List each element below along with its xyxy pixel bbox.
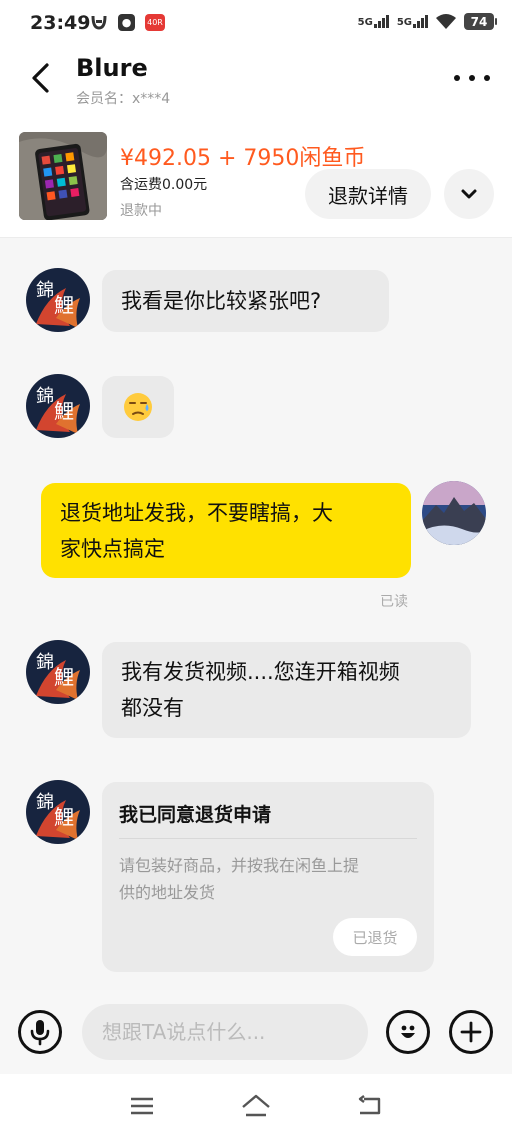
seller-avatar[interactable]: 錦 鯉 — [26, 268, 90, 332]
expand-button[interactable] — [444, 169, 494, 219]
koi-avatar-image: 錦 鯉 — [26, 640, 90, 704]
app-notification-icon: ● — [118, 13, 135, 31]
svg-text:錦: 錦 — [36, 792, 54, 813]
svg-text:鯉: 鯉 — [54, 399, 74, 423]
status-bar: 23:49 ● 40R 5G 5G 74 — [0, 0, 512, 48]
card-divider — [119, 838, 417, 839]
message-bubble[interactable]: 我看是你比较紧张吧? — [102, 270, 389, 332]
product-thumbnail[interactable] — [19, 132, 107, 220]
read-receipt: 已读 — [380, 594, 408, 610]
message-bubble[interactable]: 我有发货视频....您连开箱视频 都没有 — [102, 642, 471, 738]
nav-home-button[interactable] — [236, 1092, 276, 1120]
seller-avatar[interactable]: 錦 鯉 — [26, 640, 90, 704]
return-approved-card[interactable]: 我已同意退货申请 请包装好商品，并按我在闲鱼上提 供的地址发货 已退货 — [102, 782, 434, 972]
order-status: 退款中 — [120, 203, 162, 219]
koi-avatar-image: 錦 鯉 — [26, 374, 90, 438]
svg-text:鯉: 鯉 — [54, 665, 74, 689]
phone-image — [19, 132, 107, 220]
svg-text:錦: 錦 — [36, 280, 54, 301]
message-text-line: 我有发货视频....您连开箱视频 — [121, 660, 400, 684]
status-time: 23:49 — [30, 12, 91, 34]
chevron-left-icon — [32, 63, 49, 93]
returned-button[interactable]: 已退货 — [333, 918, 417, 956]
more-button[interactable] — [454, 66, 490, 90]
more-dots-icon — [454, 75, 460, 81]
refund-details-button[interactable]: 退款详情 — [305, 169, 431, 219]
seller-avatar[interactable]: 錦 鯉 — [26, 374, 90, 438]
home-icon — [242, 1094, 270, 1117]
add-button[interactable] — [449, 1010, 493, 1054]
voice-button[interactable] — [18, 1010, 62, 1054]
message-text: 我看是你比较紧张吧? — [121, 289, 322, 313]
battery-icon: 74 — [464, 13, 497, 30]
message-text-line: 都没有 — [121, 696, 184, 720]
contact-name: Blure — [76, 54, 148, 82]
back-icon — [358, 1095, 381, 1115]
nav-menu-button[interactable] — [122, 1092, 162, 1120]
my-avatar[interactable] — [422, 481, 486, 545]
shipping-fee: 含运费0.00元 — [120, 177, 208, 193]
signal-icon: 5G — [358, 15, 389, 28]
koi-avatar-image: 錦 鯉 — [26, 780, 90, 844]
product-card[interactable]: ¥492.05 + 7950闲鱼币 含运费0.00元 退款中 退款详情 — [0, 120, 512, 238]
seller-avatar[interactable]: 錦 鯉 — [26, 780, 90, 844]
input-bar — [0, 990, 512, 1074]
notification-icon — [91, 15, 107, 30]
menu-icon — [131, 1097, 153, 1115]
card-body: 请包装好商品，并按我在闲鱼上提 供的地址发货 — [119, 856, 360, 902]
emoji-icon — [401, 1025, 415, 1038]
svg-text:錦: 錦 — [36, 386, 54, 407]
my-message-bubble[interactable]: 退货地址发我，不要瞎搞，大 家快点搞定 — [41, 483, 411, 578]
member-name: 会员名：x***4 — [76, 91, 171, 107]
nav-back-button[interactable] — [350, 1092, 390, 1120]
emoji-button[interactable] — [386, 1010, 430, 1054]
svg-text:錦: 錦 — [36, 652, 54, 673]
svg-text:鯉: 鯉 — [54, 805, 74, 829]
wifi-icon — [436, 13, 456, 29]
sweat-emoji-icon — [124, 393, 152, 421]
microphone-icon — [30, 1020, 50, 1046]
mountain-avatar-image — [422, 481, 486, 545]
signal-icon-2: 5G — [397, 15, 428, 28]
svg-text:鯉: 鯉 — [54, 293, 74, 317]
app-badge-icon: 40R — [145, 13, 165, 31]
message-text-line: 退货地址发我，不要瞎搞，大 — [60, 501, 333, 525]
plus-icon — [460, 1021, 482, 1043]
chat-header: Blure 会员名：x***4 — [0, 48, 512, 120]
system-nav-bar — [0, 1074, 512, 1138]
back-button[interactable] — [22, 58, 58, 98]
chevron-down-icon — [461, 189, 477, 199]
message-text-line: 家快点搞定 — [60, 537, 165, 561]
message-input[interactable] — [82, 1004, 368, 1060]
emoji-message-bubble[interactable] — [102, 376, 174, 438]
koi-avatar-image: 錦 鯉 — [26, 268, 90, 332]
card-title: 我已同意退货申请 — [119, 804, 272, 826]
product-price: ¥492.05 + 7950闲鱼币 — [120, 146, 366, 171]
